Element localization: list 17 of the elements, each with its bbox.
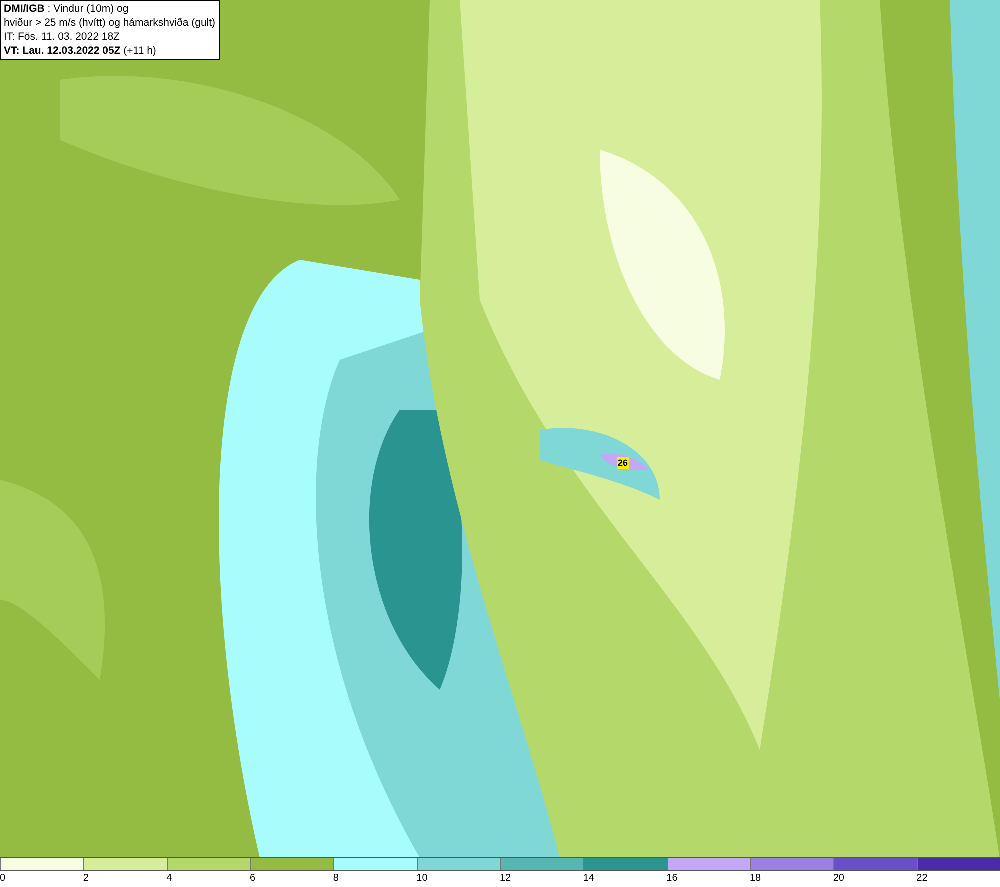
legend-label: 10 <box>416 872 428 886</box>
gust-marker: 26 <box>617 457 630 469</box>
legend-label: 12 <box>500 872 512 886</box>
info-text: DMI/IGB : Vindur (10m) og <box>4 2 130 16</box>
legend-label: 6 <box>250 872 256 886</box>
info-text: IT: Fös. 11. 03. 2022 18Z <box>4 30 121 44</box>
legend-label: 8 <box>333 872 339 886</box>
legend-label: 14 <box>583 872 594 886</box>
info-text: VT: Lau. 12.03.2022 05Z (+11 h) <box>4 44 158 58</box>
legend-label: 16 <box>666 872 678 886</box>
legend-label: 18 <box>750 872 762 886</box>
legend-label: 2 <box>83 872 89 886</box>
legend-label: 22 <box>916 872 928 886</box>
legend-label: 4 <box>166 872 172 886</box>
legend-label: 20 <box>833 872 844 886</box>
legend-label: 0 <box>0 872 6 886</box>
info-text: hviður > 25 m/s (hvítt) og hámarkshviða (gult) <box>4 16 216 30</box>
